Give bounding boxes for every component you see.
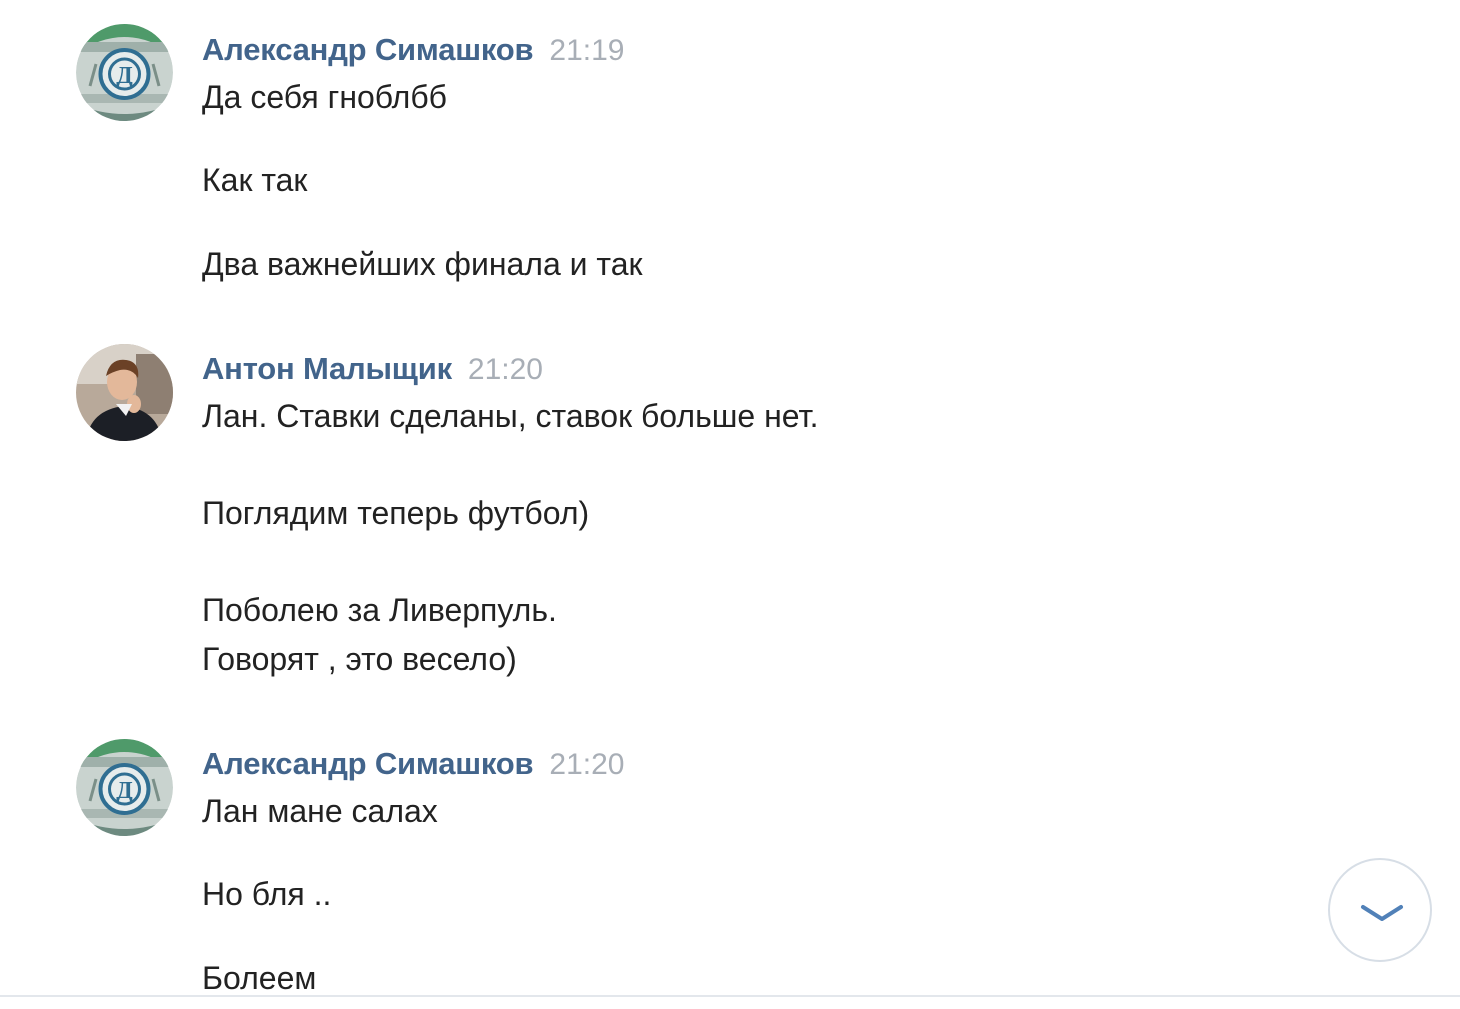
composer-divider <box>0 995 1460 997</box>
message-text: Говорят , это весело) <box>202 641 517 677</box>
message-text: Но бля .. <box>202 876 332 912</box>
svg-text:Д: Д <box>116 778 133 804</box>
user-photo-icon <box>76 344 173 441</box>
message-text: Поглядим теперь футбол) <box>202 495 590 531</box>
avatar[interactable] <box>76 344 173 441</box>
dynamo-club-logo-icon: Д <box>76 24 173 121</box>
svg-text:Д: Д <box>116 63 133 89</box>
message-time[interactable]: 21:20 <box>468 353 543 386</box>
message-text: Два важнейших финала и так <box>202 246 643 282</box>
dynamo-club-logo-icon: Д <box>76 739 173 836</box>
message-text: Болеем <box>202 960 317 996</box>
message-text: Лан. Ставки сделаны, ставок больше нет. <box>202 398 819 434</box>
avatar[interactable]: Д <box>76 24 173 121</box>
message-header: Антон Малыщик 21:20 <box>202 351 543 387</box>
message-text: Как так <box>202 162 308 198</box>
chevron-down-icon <box>1361 905 1403 921</box>
message-text: Да себя гноблбб <box>202 79 447 115</box>
author-name[interactable]: Антон Малыщик <box>202 351 452 386</box>
message-header: Александр Симашков 21:20 <box>202 746 624 782</box>
scroll-to-bottom-button[interactable] <box>1328 858 1432 962</box>
author-name[interactable]: Александр Симашков <box>202 32 534 67</box>
message-time[interactable]: 21:19 <box>549 34 624 67</box>
author-name[interactable]: Александр Симашков <box>202 746 534 781</box>
message-header: Александр Симашков 21:19 <box>202 32 624 68</box>
message-time[interactable]: 21:20 <box>549 748 624 781</box>
message-text: Поболею за Ливерпуль. <box>202 592 557 628</box>
message-text: Лан мане салах <box>202 793 438 829</box>
avatar[interactable]: Д <box>76 739 173 836</box>
